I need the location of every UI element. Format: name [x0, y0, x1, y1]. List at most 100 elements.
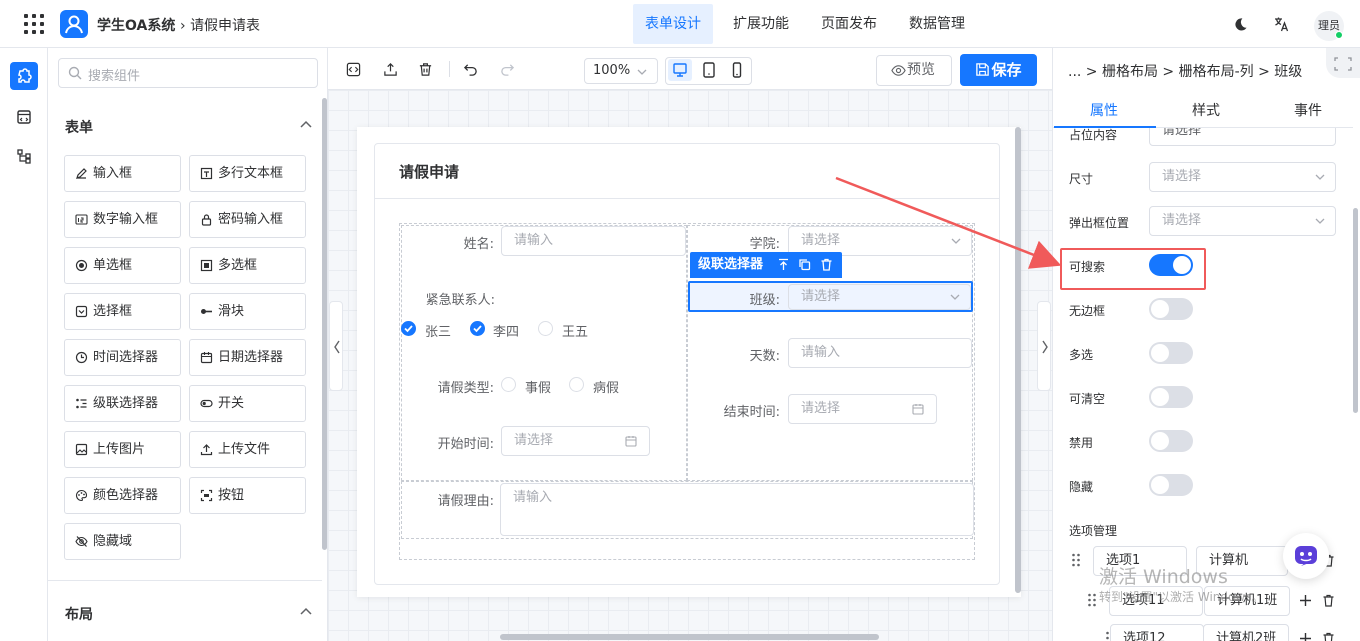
component-image-item[interactable]: 上传图片 [64, 431, 181, 468]
tab-extensions[interactable]: 扩展功能 [721, 4, 801, 44]
type-radio-1[interactable] [501, 377, 516, 392]
component-switch-item[interactable]: 开关 [189, 385, 306, 422]
import-icon[interactable] [383, 62, 398, 77]
name-input[interactable]: 请输入 [501, 226, 686, 256]
fullscreen-corner-icon[interactable] [1326, 48, 1360, 78]
collapse-left-handle[interactable] [329, 301, 343, 391]
type-radio-2[interactable] [569, 377, 584, 392]
redo-icon[interactable] [500, 62, 515, 77]
delete-option-icon[interactable] [1322, 632, 1335, 641]
component-textarea-item[interactable]: 多行文本框 [189, 155, 306, 192]
contact-option-2[interactable]: 李四 [493, 321, 519, 340]
activation-watermark-title: 激活 Windows [1099, 566, 1228, 588]
save-button[interactable]: 保存 [960, 54, 1037, 86]
type-option-2[interactable]: 病假 [593, 377, 619, 396]
component-label: 日期选择器 [218, 350, 284, 365]
switch-multiple[interactable] [1149, 342, 1193, 364]
rail-code-button[interactable] [10, 103, 38, 131]
translate-icon[interactable] [1273, 16, 1289, 32]
placeholder-prop-input[interactable]: 请选择 [1149, 128, 1336, 146]
contact-option-3[interactable]: 王五 [562, 321, 588, 340]
component-upload-item[interactable]: 上传文件 [189, 431, 306, 468]
start-placeholder: 请选择 [514, 433, 554, 448]
clock-icon [75, 351, 88, 364]
tab-publish[interactable]: 页面发布 [809, 4, 889, 44]
app-name: 学生OA系统 [97, 18, 176, 34]
component-number-item[interactable]: 数字输入框 [64, 201, 181, 238]
tab-form-design[interactable]: 表单设计 [633, 4, 713, 44]
component-palette-item[interactable]: 颜色选择器 [64, 477, 181, 514]
collapse-up-icon[interactable] [300, 120, 312, 128]
undo-icon[interactable] [463, 62, 478, 77]
breadcrumb[interactable]: › 请假申请表 [180, 15, 260, 35]
tab-events[interactable]: 事件 [1294, 100, 1322, 120]
zoom-select[interactable]: 100% [584, 58, 658, 84]
switch-disabled[interactable] [1149, 430, 1193, 452]
component-slider-item[interactable]: 滑块 [189, 293, 306, 330]
toolbar-divider [449, 61, 450, 77]
tablet-view-button[interactable] [697, 59, 721, 81]
mobile-view-button[interactable] [725, 59, 749, 81]
switch-hidden[interactable] [1149, 474, 1193, 496]
delete-option-icon[interactable] [1322, 594, 1335, 607]
contact-option-1[interactable]: 张三 [425, 321, 451, 340]
start-time-picker[interactable]: 请选择 [501, 426, 650, 456]
add-option-icon[interactable] [1299, 632, 1312, 641]
class-select[interactable]: 请选择 [788, 284, 971, 310]
apps-grid-icon[interactable] [24, 14, 44, 34]
preview-button[interactable]: 预览 [876, 55, 952, 86]
component-clock-item[interactable]: 时间选择器 [64, 339, 181, 376]
tab-styles[interactable]: 样式 [1192, 100, 1220, 120]
switch-borderless[interactable] [1149, 298, 1193, 320]
component-lock-item[interactable]: 密码输入框 [189, 201, 306, 238]
rail-components-button[interactable] [10, 62, 38, 90]
slider-icon [201, 309, 212, 314]
component-pencil-item[interactable]: 输入框 [64, 155, 181, 192]
canvas-horizontal-scrollbar[interactable] [500, 634, 879, 640]
panel-scrollbar[interactable] [322, 98, 327, 550]
desktop-view-button[interactable] [668, 59, 692, 81]
component-eye-off-item[interactable]: 隐藏域 [64, 523, 181, 560]
component-checkbox-item[interactable]: 多选框 [189, 247, 306, 284]
collapse-right-handle[interactable] [1037, 301, 1051, 391]
add-option-icon[interactable] [1299, 594, 1312, 607]
reason-textarea[interactable]: 请输入 [500, 483, 974, 536]
move-up-icon[interactable] [777, 258, 790, 271]
days-input[interactable]: 请输入 [788, 338, 972, 368]
form-section-title[interactable]: 表单 [65, 117, 93, 137]
end-time-picker[interactable]: 请选择 [788, 394, 937, 424]
component-cascader-item[interactable]: 级联选择器 [64, 385, 181, 422]
search-icon [68, 66, 82, 80]
code-view-icon[interactable] [346, 62, 361, 77]
component-label: 按钮 [218, 488, 245, 503]
drag-handle-icon[interactable] [1071, 553, 1081, 567]
component-radio-item[interactable]: 单选框 [64, 247, 181, 284]
component-calendar-item[interactable]: 日期选择器 [189, 339, 306, 376]
trash-icon[interactable] [418, 62, 433, 77]
layout-section-title[interactable]: 布局 [65, 604, 93, 624]
tab-data[interactable]: 数据管理 [897, 4, 977, 44]
tab-props[interactable]: 属性 [1090, 100, 1118, 120]
popup-prop-select[interactable]: 请选择 [1149, 206, 1336, 236]
collapse-up-icon[interactable] [300, 607, 312, 615]
option-value-input[interactable]: 计算机2班 [1203, 624, 1289, 641]
component-select-item[interactable]: 选择框 [64, 293, 181, 330]
copy-icon[interactable] [798, 258, 811, 271]
drag-handle-icon[interactable] [1087, 593, 1097, 607]
switch-clearable[interactable] [1149, 386, 1193, 408]
property-breadcrumb[interactable]: ... > 栅格布局 > 栅格布局-列 > 班级 [1068, 61, 1302, 81]
property-scrollbar[interactable] [1353, 208, 1358, 413]
component-button-item[interactable]: 按钮 [189, 477, 306, 514]
calendar-icon [912, 404, 924, 415]
calendar-icon [200, 352, 213, 364]
reason-placeholder: 请输入 [513, 490, 553, 505]
type-option-1[interactable]: 事假 [525, 377, 551, 396]
contact-checkbox-1[interactable] [401, 321, 416, 336]
size-prop-select[interactable]: 请选择 [1149, 162, 1336, 192]
option-label-input[interactable]: 选项12 [1110, 624, 1204, 641]
rail-tree-button[interactable] [10, 142, 38, 170]
contact-checkbox-3[interactable] [538, 321, 553, 336]
dark-mode-icon[interactable] [1233, 17, 1248, 32]
contact-checkbox-2[interactable] [470, 321, 485, 336]
assistant-bot-button[interactable] [1283, 533, 1329, 579]
